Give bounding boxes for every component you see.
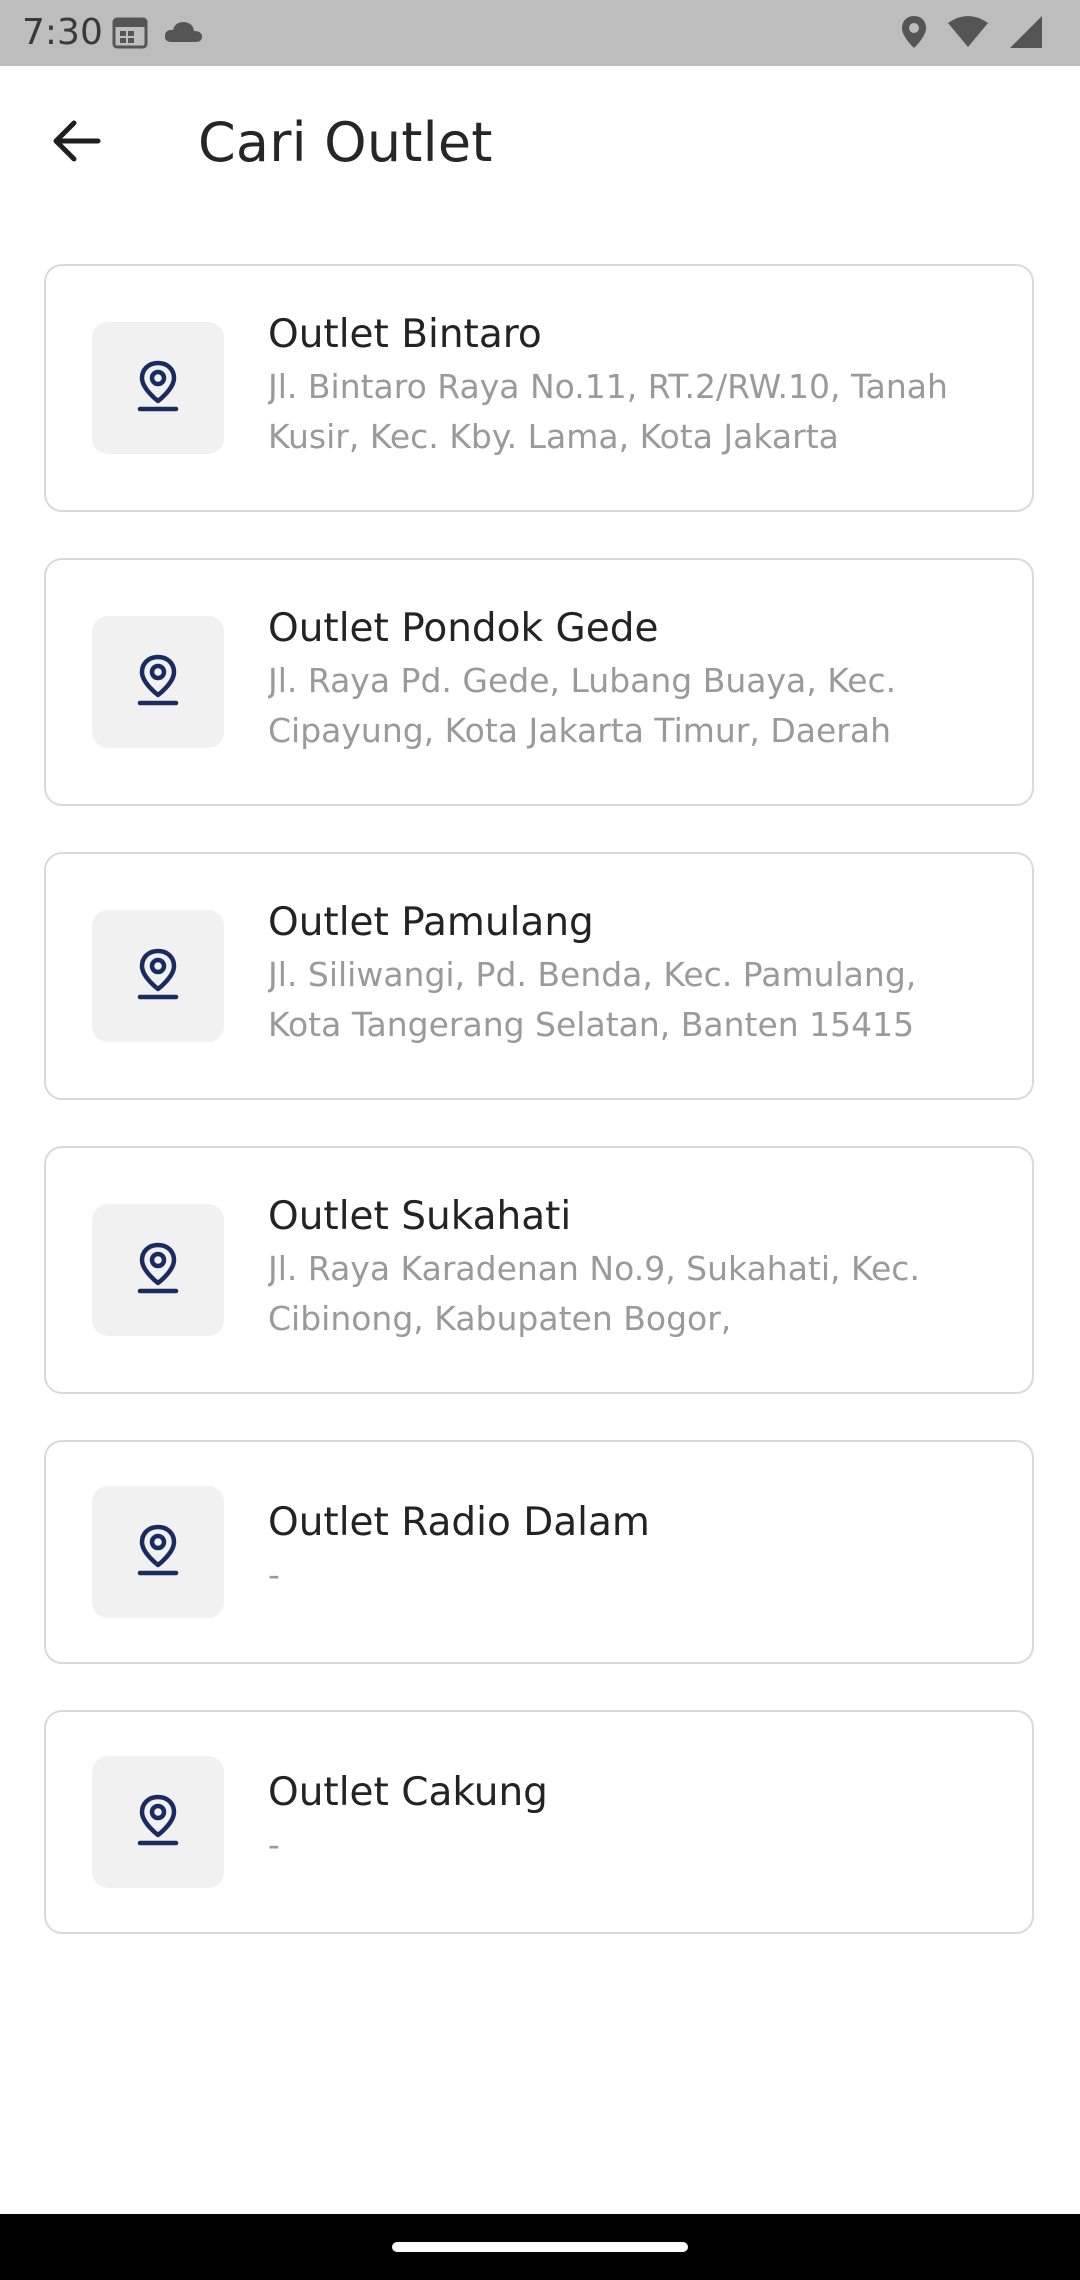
outlet-icon-tile <box>92 616 224 748</box>
outlet-card-pamulang[interactable]: Outlet Pamulang Jl. Siliwangi, Pd. Benda… <box>44 852 1034 1100</box>
outlet-address: Jl. Siliwangi, Pd. Benda, Kec. Pamulang,… <box>268 955 917 1044</box>
status-right-icons <box>900 14 1044 54</box>
home-indicator[interactable] <box>392 2242 688 2252</box>
arrow-left-icon <box>52 119 102 167</box>
outlet-name: Outlet Cakung <box>268 1770 548 1815</box>
outlet-icon-tile <box>92 1204 224 1336</box>
outlet-name: Outlet Pamulang <box>268 900 594 945</box>
outlet-address: Jl. Raya Karadenan No.9, Sukahati, Kec. … <box>268 1249 920 1338</box>
location-icon <box>900 14 928 54</box>
outlet-icon-tile <box>92 1486 224 1618</box>
outlet-address: - <box>268 1555 280 1594</box>
back-button[interactable] <box>40 106 114 180</box>
cloud-icon <box>162 18 204 50</box>
signal-icon <box>1008 14 1044 54</box>
outlet-address: - <box>268 1825 280 1864</box>
outlet-text: Outlet Sukahati Jl. Raya Karadenan No.9,… <box>268 1192 992 1344</box>
app-bar: Cari Outlet <box>0 66 1080 218</box>
system-nav-bar <box>0 2214 1080 2280</box>
outlet-text: Outlet Cakung - <box>268 1768 992 1870</box>
outlet-card-bintaro[interactable]: Outlet Bintaro Jl. Bintaro Raya No.11, R… <box>44 264 1034 512</box>
outlet-text: Outlet Pamulang Jl. Siliwangi, Pd. Benda… <box>268 898 992 1050</box>
outlet-text: Outlet Pondok Gede Jl. Raya Pd. Gede, Lu… <box>268 604 992 756</box>
outlet-name: Outlet Pondok Gede <box>268 606 659 651</box>
outlet-text: Outlet Radio Dalam - <box>268 1498 992 1600</box>
map-pin-icon <box>136 359 180 417</box>
outlet-name: Outlet Sukahati <box>268 1194 572 1239</box>
map-pin-icon <box>136 653 180 711</box>
outlet-icon-tile <box>92 910 224 1042</box>
map-pin-icon <box>136 1523 180 1581</box>
outlet-card-pondok-gede[interactable]: Outlet Pondok Gede Jl. Raya Pd. Gede, Lu… <box>44 558 1034 806</box>
calendar-icon <box>112 15 148 53</box>
outlet-card-cakung[interactable]: Outlet Cakung - <box>44 1710 1034 1934</box>
map-pin-icon <box>136 1241 180 1299</box>
status-left-icons <box>112 14 204 54</box>
outlet-text: Outlet Bintaro Jl. Bintaro Raya No.11, R… <box>268 310 992 462</box>
page-title: Cari Outlet <box>198 111 493 174</box>
map-pin-icon <box>136 947 180 1005</box>
outlet-icon-tile <box>92 322 224 454</box>
outlet-card-radio-dalam[interactable]: Outlet Radio Dalam - <box>44 1440 1034 1664</box>
status-time: 7:30 <box>22 12 103 53</box>
outlet-address: Jl. Raya Pd. Gede, Lubang Buaya, Kec. Ci… <box>268 661 897 750</box>
wifi-icon <box>946 15 990 53</box>
outlet-address: Jl. Bintaro Raya No.11, RT.2/RW.10, Tana… <box>268 367 948 456</box>
status-bar: 7:30 <box>0 0 1080 66</box>
outlet-card-sukahati[interactable]: Outlet Sukahati Jl. Raya Karadenan No.9,… <box>44 1146 1034 1394</box>
outlet-name: Outlet Bintaro <box>268 312 542 357</box>
outlet-name: Outlet Radio Dalam <box>268 1500 650 1545</box>
outlet-icon-tile <box>92 1756 224 1888</box>
map-pin-icon <box>136 1793 180 1851</box>
